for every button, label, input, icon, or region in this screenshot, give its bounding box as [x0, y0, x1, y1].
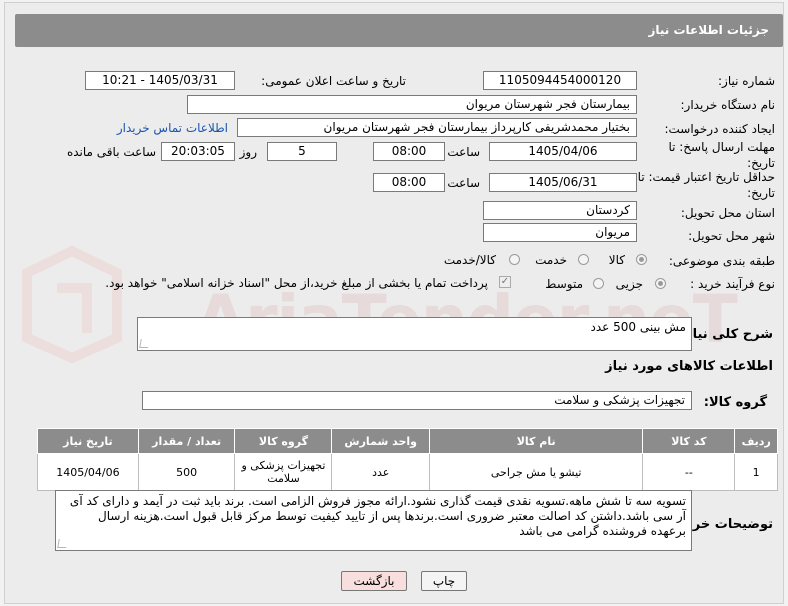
page-header: جزئیات اطلاعات نیاز	[15, 14, 783, 47]
cell-unit: عدد	[331, 453, 430, 491]
price-validity-date: 1405/06/31	[489, 173, 637, 192]
page-frame: جزئیات اطلاعات نیاز AriaTender.neT شماره…	[4, 2, 784, 604]
description-textarea: مش بینی 500 عدد	[137, 317, 692, 351]
category-label: طبقه بندی موضوعی:	[668, 254, 775, 268]
reply-days-field: 5	[267, 142, 337, 161]
category-radio-goods[interactable]	[636, 254, 647, 265]
cell-group: تجهیزات پزشکی و سلامت	[234, 453, 333, 491]
col-row: ردیف	[734, 428, 778, 454]
resize-grip-icon	[139, 339, 150, 348]
col-unit: واحد شمارش	[331, 428, 430, 454]
goods-group-label: گروه کالا:	[703, 395, 767, 410]
buyer-notes-textarea: تسویه سه تا شش ماهه.تسویه نقدی قیمت گذار…	[55, 490, 692, 551]
category-radio-service[interactable]	[578, 254, 589, 265]
goods-info-title: اطلاعات کالاهای مورد نیاز	[605, 359, 773, 374]
price-validity-label: حداقل تاریخ اعتبار قیمت: تا تاریخ:	[637, 170, 775, 200]
category-option-goods-service: کالا/خدمت	[443, 253, 496, 267]
description-label: شرح کلی نیاز:	[679, 327, 773, 342]
page-title: جزئیات اطلاعات نیاز	[648, 23, 769, 37]
city-field: مریوان	[483, 223, 637, 242]
reply-time-label: ساعت	[447, 145, 480, 159]
back-button[interactable]: بازگشت	[341, 571, 407, 591]
province-field: کردستان	[483, 201, 637, 220]
purchase-radio-minor[interactable]	[655, 278, 666, 289]
need-number-label: شماره نیاز:	[718, 74, 775, 88]
announce-label: تاریخ و ساعت اعلان عمومی:	[261, 74, 406, 88]
items-table: ردیف کد کالا نام کالا واحد شمارش گروه کا…	[37, 428, 778, 491]
category-option-goods: کالا	[608, 253, 625, 267]
reply-deadline-label: مهلت ارسال پاسخ: تا تاریخ:	[668, 140, 775, 170]
treasury-payment-note: پرداخت تمام یا بخشی از مبلغ خرید،از محل …	[105, 276, 488, 290]
buyer-notes-text: تسویه سه تا شش ماهه.تسویه نقدی قیمت گذار…	[69, 494, 686, 538]
remaining-time-field: 20:03:05	[161, 142, 235, 161]
col-name: نام کالا	[428, 428, 644, 454]
col-group: گروه کالا	[234, 428, 333, 454]
resize-grip-icon	[57, 539, 68, 548]
category-option-service: خدمت	[535, 253, 567, 267]
cell-row: 1	[734, 453, 778, 491]
cell-date: 1405/04/06	[37, 453, 139, 491]
col-date: تاریخ نیاز	[37, 428, 139, 454]
purchase-option-minor: جزیی	[615, 277, 643, 291]
purchase-option-medium: متوسط	[545, 277, 583, 291]
announce-field: 1405/03/31 - 10:21	[85, 71, 235, 90]
reply-deadline-date: 1405/04/06	[489, 142, 637, 161]
price-validity-time-label: ساعت	[447, 176, 480, 190]
treasury-payment-checkbox[interactable]: ✓	[499, 276, 511, 288]
cell-name: تیشو یا مش جراحی	[428, 453, 644, 491]
city-label: شهر محل تحویل:	[688, 229, 775, 243]
watermark-logo-icon	[22, 245, 122, 363]
col-code: کد کالا	[642, 428, 736, 454]
items-table-header: ردیف کد کالا نام کالا واحد شمارش گروه کا…	[37, 428, 778, 454]
reply-deadline-time: 08:00	[373, 142, 445, 161]
remaining-time-label: ساعت باقی مانده	[66, 145, 156, 159]
creator-field: بختیار محمدشریفی کارپرداز بیمارستان فجر …	[237, 118, 637, 137]
creator-label: ایجاد کننده درخواست:	[664, 122, 775, 136]
province-label: استان محل تحویل:	[680, 206, 775, 220]
buyer-org-field: بیمارستان فجر شهرستان مریوان	[187, 95, 637, 114]
purchase-type-label: نوع فرآیند خرید :	[690, 277, 775, 291]
goods-group-field: تجهیزات پزشکی و سلامت	[142, 391, 692, 410]
table-row: 1 -- تیشو یا مش جراحی عدد تجهیزات پزشکی …	[37, 453, 778, 491]
col-qty: تعداد / مقدار	[137, 428, 236, 454]
print-button[interactable]: چاپ	[421, 571, 467, 591]
buyer-org-label: نام دستگاه خریدار:	[680, 98, 776, 112]
description-text: مش بینی 500 عدد	[590, 320, 686, 334]
purchase-radio-medium[interactable]	[593, 278, 604, 289]
need-number-field: 1105094454000120	[483, 71, 637, 90]
category-radio-goods-service[interactable]	[509, 254, 520, 265]
price-validity-time: 08:00	[373, 173, 445, 192]
cell-qty: 500	[137, 453, 236, 491]
cell-code: --	[642, 453, 736, 491]
buyer-contact-link[interactable]: اطلاعات تماس خریدار	[117, 121, 228, 135]
